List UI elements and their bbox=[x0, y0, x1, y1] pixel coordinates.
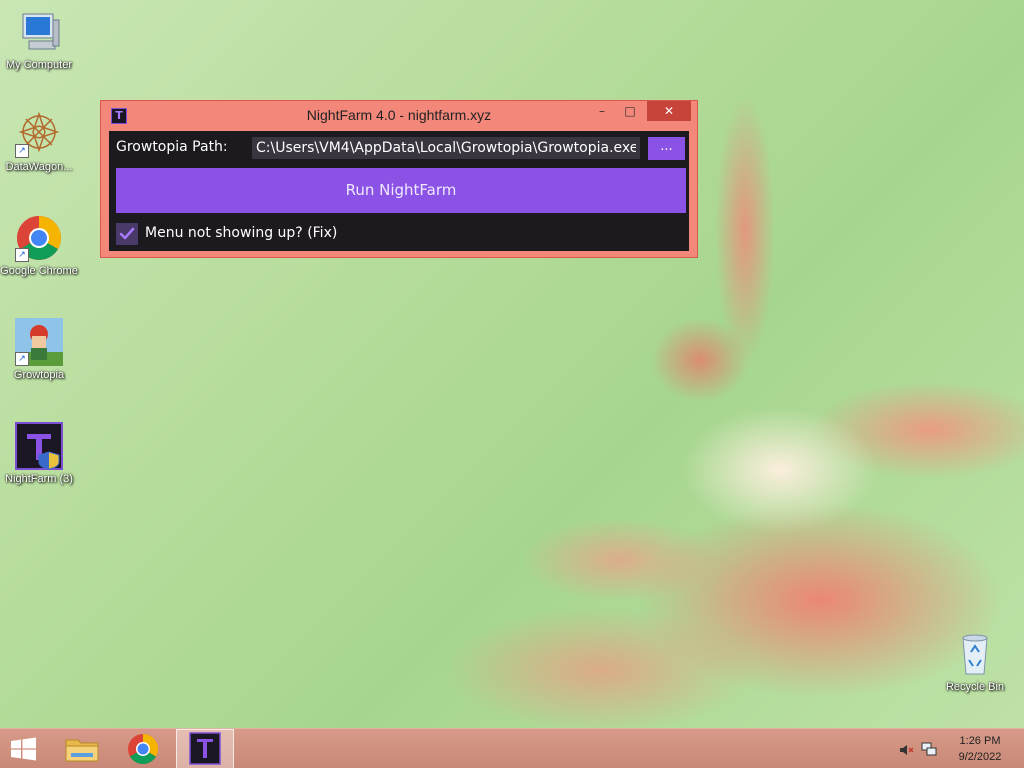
taskbar-google-chrome[interactable] bbox=[114, 729, 172, 768]
run-nightfarm-button[interactable]: Run NightFarm bbox=[116, 168, 686, 213]
checkmark-icon bbox=[119, 227, 135, 240]
nightfarm-icon bbox=[189, 732, 221, 765]
desktop-icon-google-chrome[interactable]: ↗ Google Chrome bbox=[0, 214, 78, 278]
desktop-icon-nightfarm[interactable]: NightFarm (3) bbox=[0, 422, 78, 486]
growtopia-icon: ↗ bbox=[15, 318, 63, 366]
taskbar-file-explorer[interactable] bbox=[54, 729, 112, 768]
close-button[interactable]: ✕ bbox=[647, 101, 691, 121]
growtopia-path-label: Growtopia Path: bbox=[116, 139, 228, 155]
system-clock[interactable]: 1:26 PM 9/2/2022 bbox=[948, 733, 1012, 765]
desktop-icon-label: Recycle Bin bbox=[945, 681, 1005, 693]
menu-fix-checkbox[interactable] bbox=[116, 223, 138, 245]
window-client-area: Growtopia Path: ... Run NightFarm Menu n… bbox=[109, 131, 689, 251]
desktop-icon-my-computer[interactable]: My Computer bbox=[0, 8, 78, 72]
shortcut-arrow-icon: ↗ bbox=[15, 248, 29, 262]
clock-date: 9/2/2022 bbox=[958, 751, 1002, 763]
clock-time: 1:26 PM bbox=[959, 735, 1001, 747]
browse-button[interactable]: ... bbox=[648, 137, 685, 160]
chrome-icon: ↗ bbox=[15, 214, 63, 262]
recycle-bin-icon bbox=[951, 630, 999, 678]
folder-icon bbox=[65, 739, 99, 762]
desktop-icon-label: Google Chrome bbox=[0, 265, 78, 277]
shortcut-arrow-icon: ↗ bbox=[15, 352, 29, 366]
datawagon-icon: ↗ bbox=[15, 110, 63, 158]
windows-logo-icon bbox=[11, 737, 36, 761]
desktop: My Computer ↗ DataWagon... ↗ Google Chro… bbox=[0, 0, 1024, 768]
title-bar[interactable]: T NightFarm 4.0 - nightfarm.xyz – □ ✕ bbox=[101, 101, 697, 129]
speaker-muted-icon[interactable] bbox=[898, 742, 914, 758]
desktop-icon-recycle-bin[interactable]: Recycle Bin bbox=[936, 630, 1014, 694]
growtopia-path-input[interactable] bbox=[252, 137, 640, 159]
desktop-icon-datawagon[interactable]: ↗ DataWagon... bbox=[0, 110, 78, 174]
desktop-icon-label: Growtopia bbox=[13, 369, 65, 381]
start-button[interactable] bbox=[0, 729, 58, 768]
desktop-icon-growtopia[interactable]: ↗ Growtopia bbox=[0, 318, 78, 382]
maximize-button[interactable]: □ bbox=[617, 101, 643, 121]
taskbar-nightfarm[interactable] bbox=[176, 729, 234, 768]
minimize-button[interactable]: – bbox=[589, 101, 615, 121]
nightfarm-icon bbox=[15, 422, 63, 470]
menu-fix-label[interactable]: Menu not showing up? (Fix) bbox=[145, 225, 337, 241]
computer-icon bbox=[15, 8, 63, 56]
taskbar: 1:26 PM 9/2/2022 bbox=[0, 728, 1024, 768]
desktop-icon-label: NightFarm (3) bbox=[5, 473, 73, 485]
desktop-icon-label: DataWagon... bbox=[5, 161, 73, 173]
network-icon[interactable] bbox=[921, 741, 937, 757]
desktop-icon-label: My Computer bbox=[5, 59, 73, 71]
nightfarm-window: T NightFarm 4.0 - nightfarm.xyz – □ ✕ Gr… bbox=[100, 100, 698, 258]
chrome-icon bbox=[128, 734, 159, 765]
shortcut-arrow-icon: ↗ bbox=[15, 144, 29, 158]
